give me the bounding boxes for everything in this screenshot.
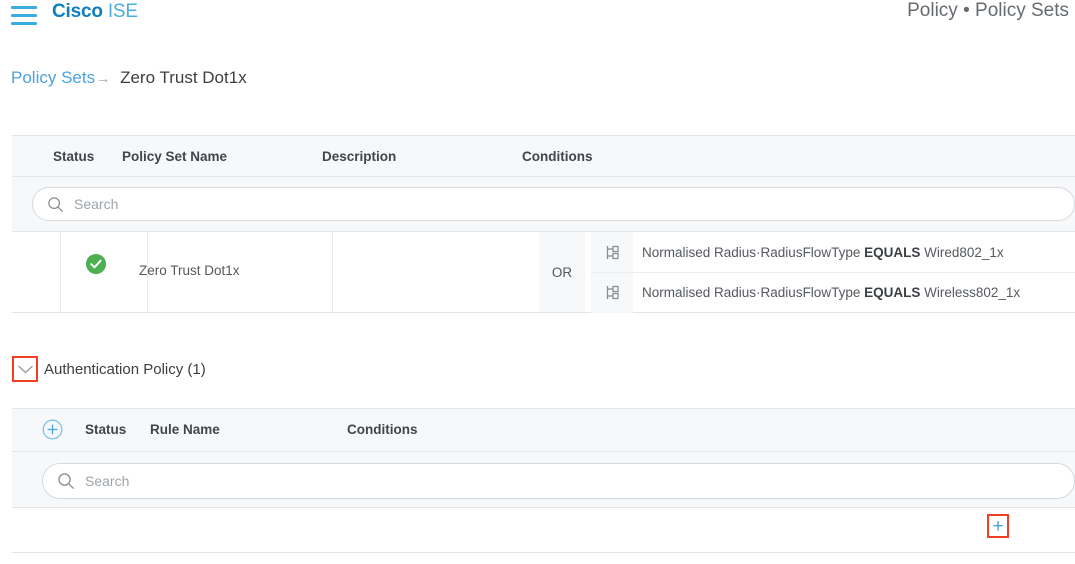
column-header-conditions: Conditions bbox=[347, 422, 418, 437]
chevron-down-icon[interactable] bbox=[12, 356, 38, 382]
policy-set-search-row: Search bbox=[12, 177, 1075, 232]
breadcrumb-context-path: Policy • Policy Sets bbox=[907, 0, 1069, 21]
plus-icon: + bbox=[992, 515, 1004, 537]
cell-divider bbox=[60, 232, 61, 312]
column-header-policy-set-name: Policy Set Name bbox=[122, 149, 228, 164]
breadcrumb-arrow-icon: → bbox=[96, 70, 111, 86]
condition-branch-icon bbox=[591, 272, 633, 313]
policy-set-row[interactable]: Zero Trust Dot1x OR Normalised Radius·Ra… bbox=[12, 232, 1075, 313]
column-header-conditions: Conditions bbox=[522, 149, 593, 164]
condition-value: Wired802_1x bbox=[924, 244, 1004, 260]
breadcrumb-link-policy-sets[interactable]: Policy Sets bbox=[11, 68, 95, 88]
condition-operator: EQUALS bbox=[864, 244, 921, 260]
condition-expression: Normalised Radius·RadiusFlowType EQUALS … bbox=[642, 245, 1004, 260]
app-brand-logo[interactable]: Cisco ISE bbox=[52, 1, 138, 23]
authentication-policy-search-input[interactable]: Search bbox=[42, 463, 1075, 499]
condition-expression: Normalised Radius·RadiusFlowType EQUALS … bbox=[642, 285, 1020, 300]
authentication-policy-search-placeholder: Search bbox=[85, 473, 130, 489]
hamburger-menu-icon[interactable] bbox=[11, 6, 37, 25]
column-header-description: Description bbox=[322, 149, 397, 164]
policy-sets-page: Cisco ISE Policy • Policy Sets Policy Se… bbox=[0, 0, 1075, 564]
hamburger-bar bbox=[11, 6, 37, 9]
breadcrumb-current-policy-set: Zero Trust Dot1x bbox=[120, 68, 247, 87]
condition-operator: EQUALS bbox=[864, 285, 921, 300]
search-icon bbox=[58, 473, 74, 489]
authentication-policy-search-row: Search bbox=[12, 452, 1075, 508]
top-navigation-bar: Cisco ISE Policy • Policy Sets bbox=[0, 0, 1075, 30]
column-header-status: Status bbox=[85, 422, 127, 437]
authentication-policy-table: Status Rule Name Conditions Search + bbox=[12, 408, 1075, 553]
breadcrumb: Policy Sets → Zero Trust Dot1x bbox=[11, 68, 247, 88]
hamburger-bar bbox=[11, 14, 37, 17]
authentication-policy-section-header: Authentication Policy (1) bbox=[12, 356, 206, 382]
brand-ise-text: ISE bbox=[107, 1, 138, 22]
add-column-plus-circle-icon[interactable] bbox=[42, 419, 63, 440]
condition-item[interactable]: Normalised Radius·RadiusFlowType EQUALS … bbox=[591, 232, 1075, 272]
column-header-status: Status bbox=[53, 149, 95, 164]
cell-divider bbox=[332, 232, 333, 312]
column-header-rule-name: Rule Name bbox=[150, 422, 220, 437]
search-icon bbox=[48, 196, 63, 212]
status-enabled-icon bbox=[86, 254, 106, 274]
conditions-list: Normalised Radius·RadiusFlowType EQUALS … bbox=[591, 232, 1075, 313]
authentication-policy-title: Authentication Policy (1) bbox=[44, 360, 206, 378]
hamburger-bar bbox=[11, 22, 37, 25]
policy-set-table: Status Policy Set Name Description Condi… bbox=[12, 135, 1075, 313]
brand-cisco-text: Cisco bbox=[52, 1, 103, 22]
policy-set-search-placeholder: Search bbox=[74, 196, 119, 212]
authentication-policy-add-row: + bbox=[12, 508, 1075, 552]
policy-set-table-header: Status Policy Set Name Description Condi… bbox=[12, 136, 1075, 177]
condition-attribute: Normalised Radius·RadiusFlowType bbox=[642, 285, 861, 300]
conditions-operator-label: OR bbox=[539, 232, 585, 312]
add-rule-button[interactable]: + bbox=[987, 514, 1009, 538]
policy-set-name-value: Zero Trust Dot1x bbox=[139, 263, 240, 278]
condition-value: Wireless802_1x bbox=[924, 285, 1021, 300]
condition-branch-icon bbox=[591, 232, 633, 272]
condition-item[interactable]: Normalised Radius·RadiusFlowType EQUALS … bbox=[591, 272, 1075, 313]
condition-attribute: Normalised Radius·RadiusFlowType bbox=[642, 244, 861, 260]
policy-set-search-input[interactable]: Search bbox=[32, 187, 1075, 221]
authentication-policy-table-header: Status Rule Name Conditions bbox=[12, 409, 1075, 452]
